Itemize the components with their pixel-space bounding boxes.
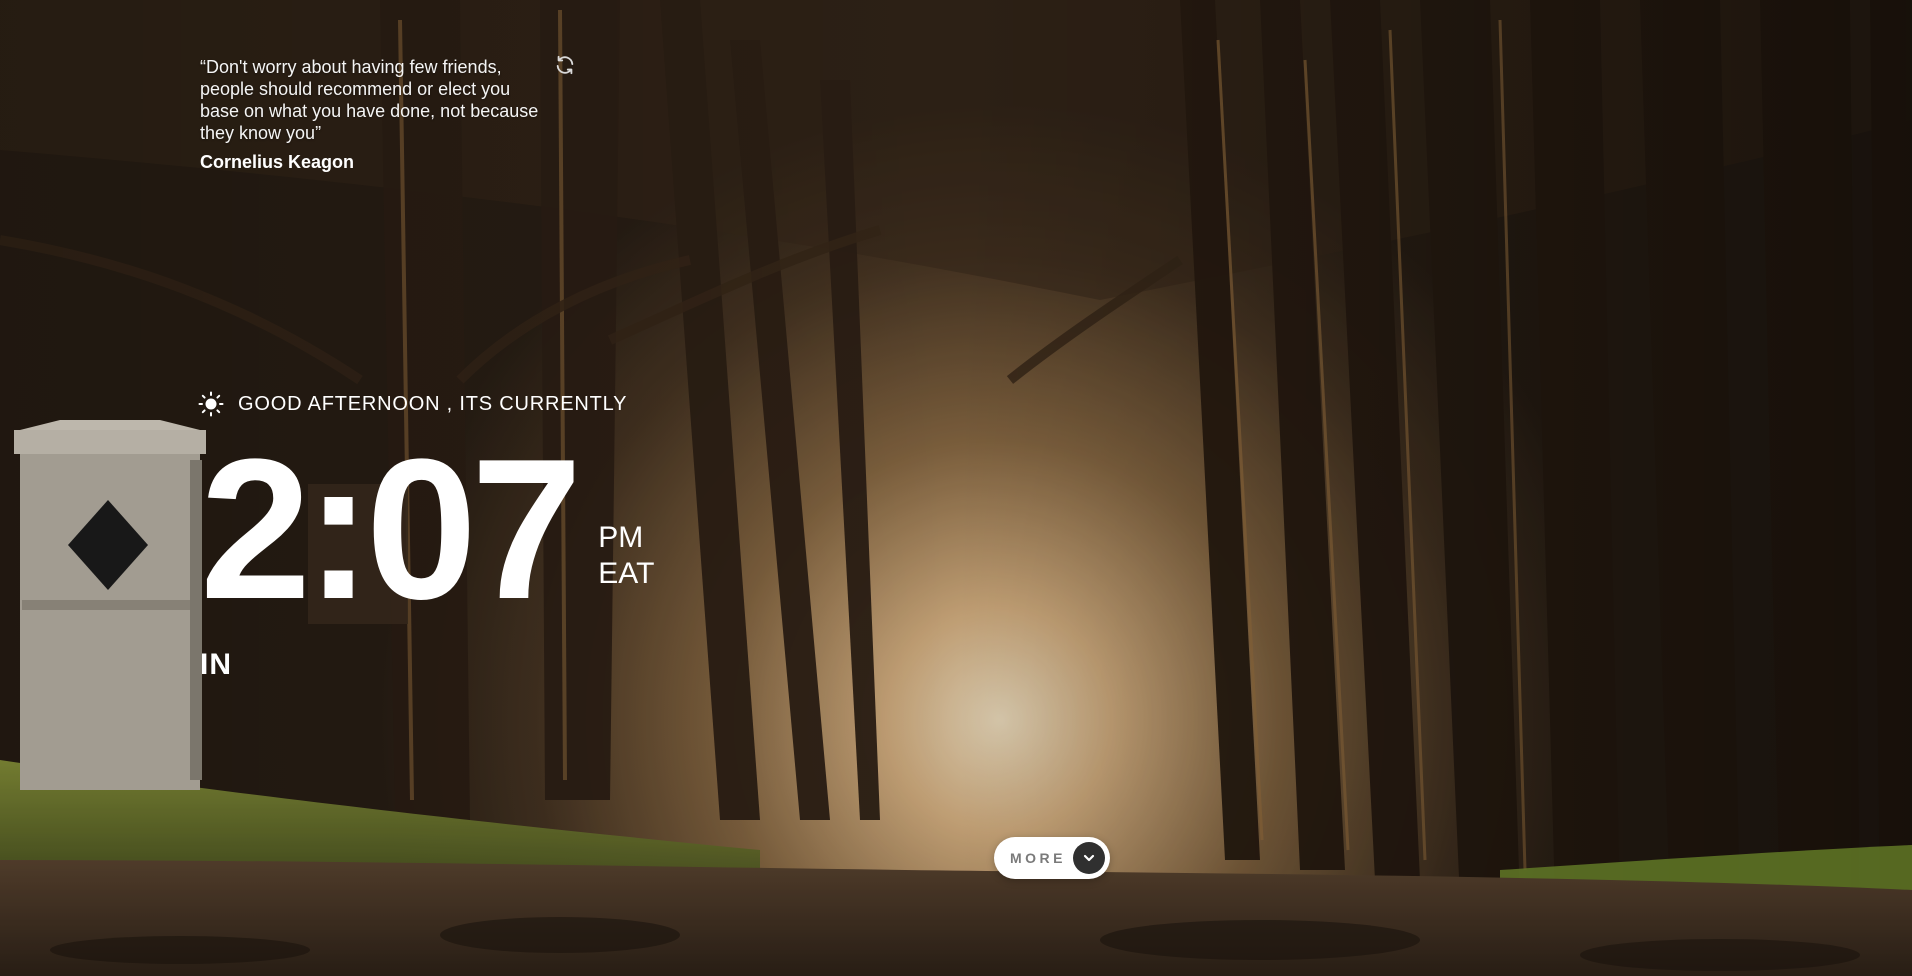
more-button[interactable]: MORE: [994, 837, 1110, 879]
quote-text: “Don't worry about having few friends, p…: [200, 57, 539, 143]
location-text: IN: [200, 648, 232, 681]
period-zone: PM EAT: [598, 520, 654, 592]
clock-time: 2:07: [200, 418, 582, 641]
clock-timezone: EAT: [598, 557, 655, 590]
sun-icon: [198, 391, 224, 417]
clock-period: PM: [598, 521, 644, 554]
quote-block: “Don't worry about having few friends, p…: [200, 56, 560, 173]
chevron-down-icon: [1073, 842, 1105, 874]
quote-author: Cornelius Keagon: [200, 152, 355, 172]
refresh-icon[interactable]: [554, 54, 576, 76]
greeting: GOOD AFTERNOON , ITS CURRENTLY: [198, 391, 627, 417]
clock: 2:07 PM EAT: [200, 430, 654, 630]
more-button-label: MORE: [1010, 850, 1066, 866]
greeting-text: GOOD AFTERNOON , ITS CURRENTLY: [238, 392, 628, 415]
